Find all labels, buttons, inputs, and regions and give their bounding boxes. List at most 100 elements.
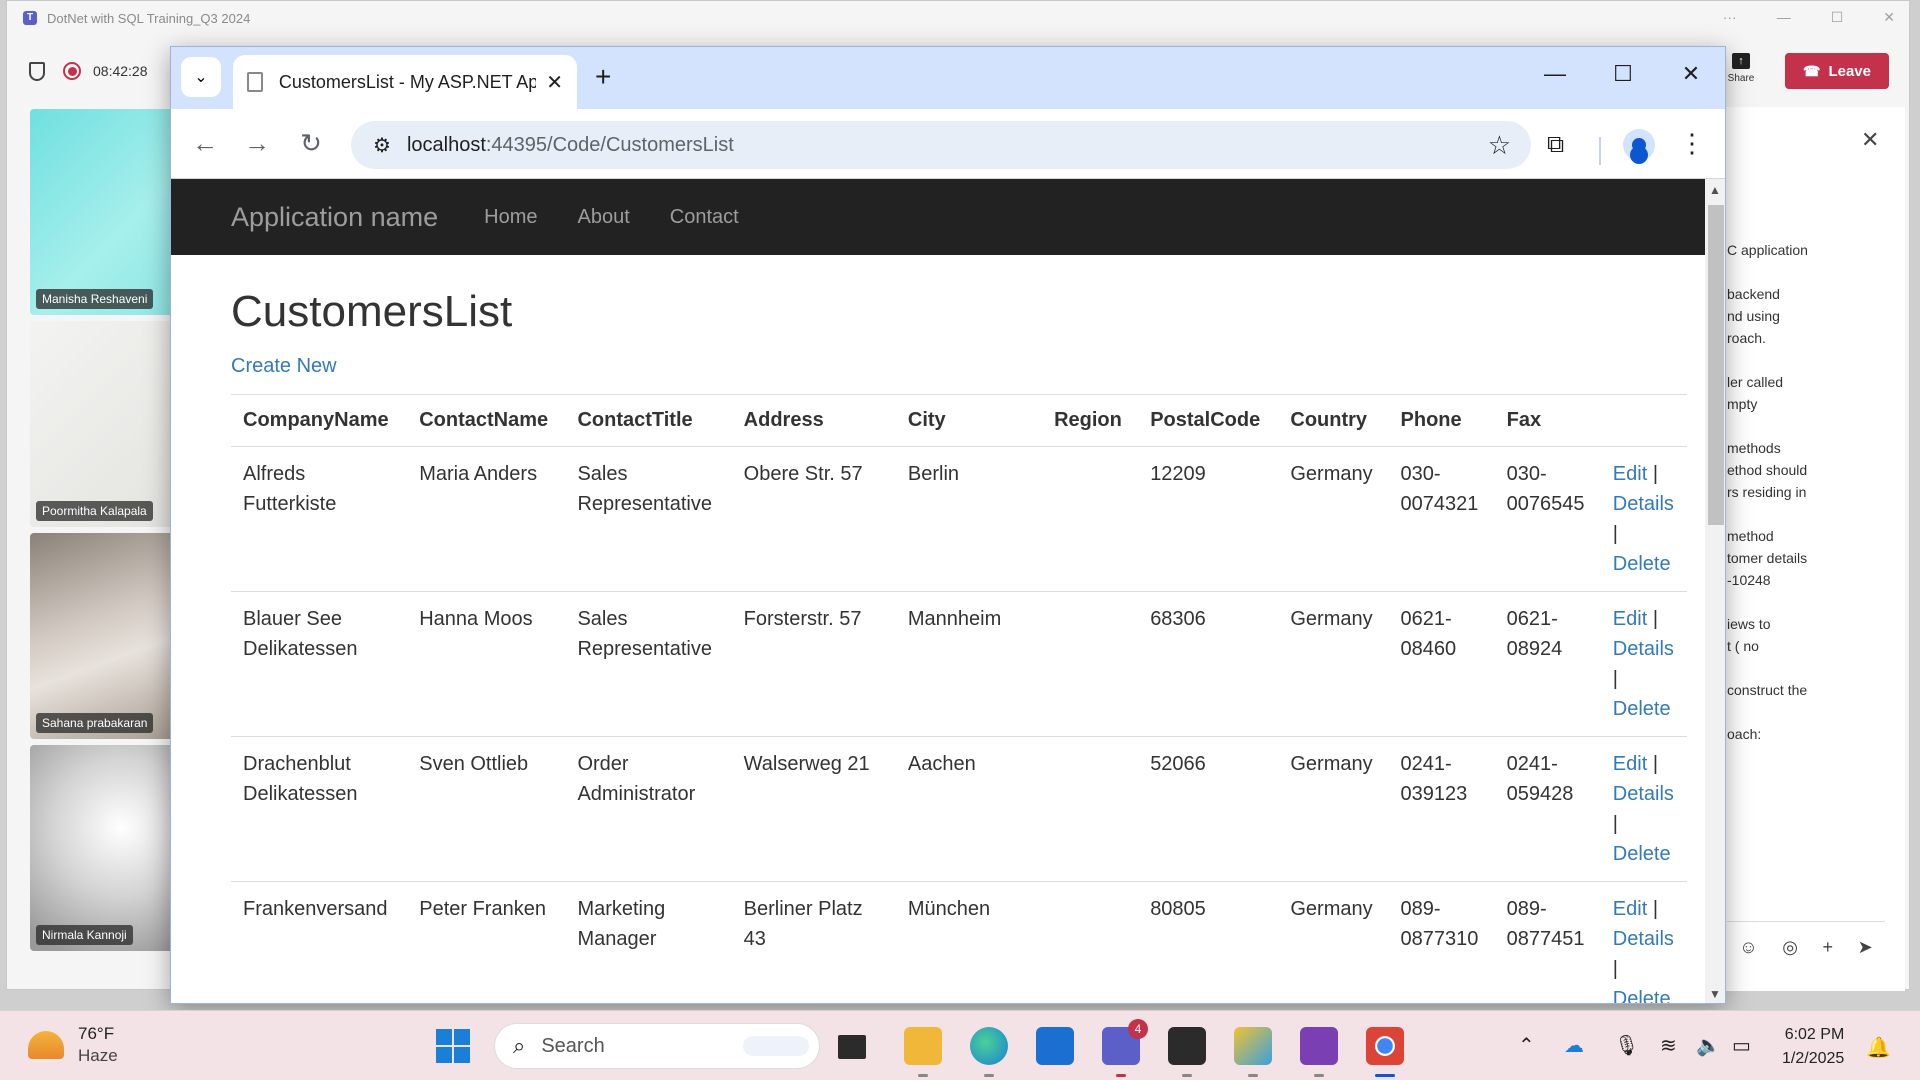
delete-link[interactable]: Delete (1613, 553, 1671, 575)
maximize-icon[interactable]: ☐ (1589, 47, 1657, 101)
menu-kebab-icon[interactable]: ⋮ (1679, 129, 1705, 157)
details-link[interactable]: Details (1613, 928, 1674, 950)
participant-tile[interactable]: Manisha Reshaveni (30, 109, 182, 315)
edit-link[interactable]: Edit (1613, 463, 1647, 485)
scroll-up-icon[interactable]: ▲ (1709, 183, 1721, 197)
participant-name: Manisha Reshaveni (36, 289, 154, 309)
cell-address: Walserweg 21 (731, 736, 896, 882)
new-tab-icon[interactable]: + (595, 61, 611, 93)
cell-phone: 030-0074321 (1388, 446, 1495, 592)
cell-region (1042, 736, 1139, 882)
weather-widget[interactable]: 76°F Haze (28, 1023, 118, 1067)
maximize-icon[interactable]: ☐ (1831, 9, 1844, 26)
search-placeholder: Search (541, 1034, 605, 1057)
minimize-icon[interactable]: — (1777, 9, 1791, 26)
table-row: Alfreds Futterkiste Maria Anders Sales Rep… (231, 446, 1687, 592)
browser-window-controls: — ☐ ✕ (1521, 47, 1725, 101)
chrome-icon[interactable] (1366, 1027, 1404, 1077)
cell-country: Germany (1278, 591, 1389, 737)
start-windows-icon[interactable] (436, 1029, 470, 1063)
page-scrollbar[interactable]: ▲ ▼ (1705, 179, 1725, 1003)
send-icon[interactable]: ➤ (1858, 937, 1873, 958)
close-icon[interactable]: ✕ (1657, 47, 1725, 101)
create-new-link[interactable]: Create New (231, 355, 337, 378)
cell-title: Order Administrator (565, 736, 732, 882)
teams-app-icon[interactable]: 4 (1102, 1019, 1148, 1077)
snipping-tool-icon[interactable] (1234, 1027, 1272, 1077)
wifi-icon[interactable]: ≋ (1660, 1033, 1677, 1058)
forward-icon[interactable]: → (241, 129, 273, 157)
edit-link[interactable]: Edit (1613, 608, 1647, 630)
row-actions: Edit | Details | Delete (1600, 446, 1687, 592)
nav-home[interactable]: Home (484, 206, 537, 229)
cell-company: Alfreds Futterkiste (231, 446, 408, 592)
cell-city: Aachen (895, 736, 1043, 882)
task-view-icon[interactable] (838, 1035, 866, 1059)
table-row: Frankenversand Peter Franken Marketing Man… (231, 881, 1687, 1003)
tab-search-button[interactable]: ⌄ (181, 57, 221, 97)
scrollbar-thumb[interactable] (1708, 205, 1724, 525)
back-icon[interactable]: ← (189, 129, 221, 157)
system-clock[interactable]: 6:02 PM 1/2/2025 (1782, 1023, 1844, 1071)
delete-link[interactable]: Delete (1613, 988, 1671, 1003)
minimize-icon[interactable]: — (1521, 47, 1589, 101)
delete-link[interactable]: Delete (1613, 698, 1671, 720)
close-icon[interactable]: ✕ (1883, 9, 1895, 26)
details-link[interactable]: Details (1613, 638, 1674, 660)
row-actions: Edit | Details | Delete (1600, 881, 1687, 1003)
nav-contact[interactable]: Contact (670, 206, 739, 229)
participant-tile[interactable]: Sahana prabakaran (30, 533, 182, 739)
microphone-muted-icon[interactable]: 🎙 (1614, 1033, 1639, 1058)
brand-link[interactable]: Application name (231, 202, 438, 233)
action-separator: | (1612, 958, 1618, 980)
nav-about[interactable]: About (578, 206, 630, 229)
tab-close-icon[interactable]: ✕ (546, 70, 563, 95)
profile-avatar-icon[interactable] (1623, 129, 1655, 161)
cell-country: Germany (1278, 881, 1389, 1003)
column-header: Country (1278, 394, 1389, 447)
details-link[interactable]: Details (1613, 783, 1674, 805)
clock-date: 1/2/2025 (1782, 1050, 1845, 1067)
address-bar[interactable]: ⚙ localhost:44395/Code/CustomersList ☆ (351, 121, 1531, 169)
chat-close-icon[interactable]: ✕ (1861, 127, 1879, 153)
table-row: Drachenblut Delikatessen Sven Ottlieb Orde… (231, 736, 1687, 882)
visual-studio-icon[interactable] (1300, 1027, 1338, 1077)
more-icon[interactable]: ··· (1723, 9, 1737, 26)
edit-link[interactable]: Edit (1613, 898, 1647, 920)
toolbar-divider (1599, 137, 1601, 165)
teams-logo-icon: T (23, 11, 37, 25)
terminal-icon[interactable] (1168, 1027, 1206, 1077)
show-hidden-icons-chevron-icon[interactable]: ⌃ (1518, 1033, 1535, 1058)
cell-fax: 0241-059428 (1494, 736, 1601, 882)
site-info-icon[interactable]: ⚙ (373, 133, 391, 158)
tab-customers-list[interactable]: CustomersList - My ASP.NET Ap ✕ (233, 55, 577, 109)
edit-link[interactable]: Edit (1613, 753, 1647, 775)
leave-button[interactable]: ☎ Leave (1785, 53, 1889, 89)
share-button[interactable]: ↑ Share (1723, 53, 1759, 84)
battery-icon[interactable]: ▭ (1732, 1033, 1751, 1058)
volume-icon[interactable]: 🔈 (1696, 1033, 1721, 1058)
scroll-down-icon[interactable]: ▼ (1709, 987, 1721, 1001)
loop-icon[interactable]: ◎ (1782, 937, 1798, 958)
add-icon[interactable]: + (1823, 937, 1834, 958)
bookmark-star-icon[interactable]: ☆ (1488, 130, 1511, 161)
microsoft-store-icon[interactable] (1036, 1027, 1074, 1065)
table-header-row: CompanyName ContactName ContactTitle Add… (231, 394, 1687, 447)
extensions-icon[interactable]: ⧉ (1547, 131, 1564, 159)
file-explorer-icon[interactable] (904, 1027, 942, 1077)
delete-link[interactable]: Delete (1613, 843, 1671, 865)
table-row: Blauer See Delikatessen Hanna Moos Sales R… (231, 591, 1687, 737)
action-separator: | (1652, 898, 1659, 920)
cell-address: Obere Str. 57 (731, 446, 896, 592)
onedrive-cloud-icon[interactable]: ☁ (1564, 1033, 1584, 1058)
participant-tile[interactable]: Nirmala Kannoji (30, 745, 182, 951)
edge-browser-icon[interactable] (970, 1027, 1008, 1077)
emoji-icon[interactable]: ☺ (1739, 937, 1757, 958)
participant-name: Nirmala Kannoji (36, 925, 133, 945)
details-link[interactable]: Details (1613, 493, 1674, 515)
taskbar-search[interactable]: ⌕ Search (494, 1023, 820, 1069)
cell-city: München (895, 881, 1043, 1003)
participant-tile[interactable]: Poormitha Kalapala (30, 321, 182, 527)
notification-bell-icon[interactable]: 🔔 (1866, 1035, 1891, 1060)
reload-icon[interactable]: ↻ (295, 129, 327, 157)
